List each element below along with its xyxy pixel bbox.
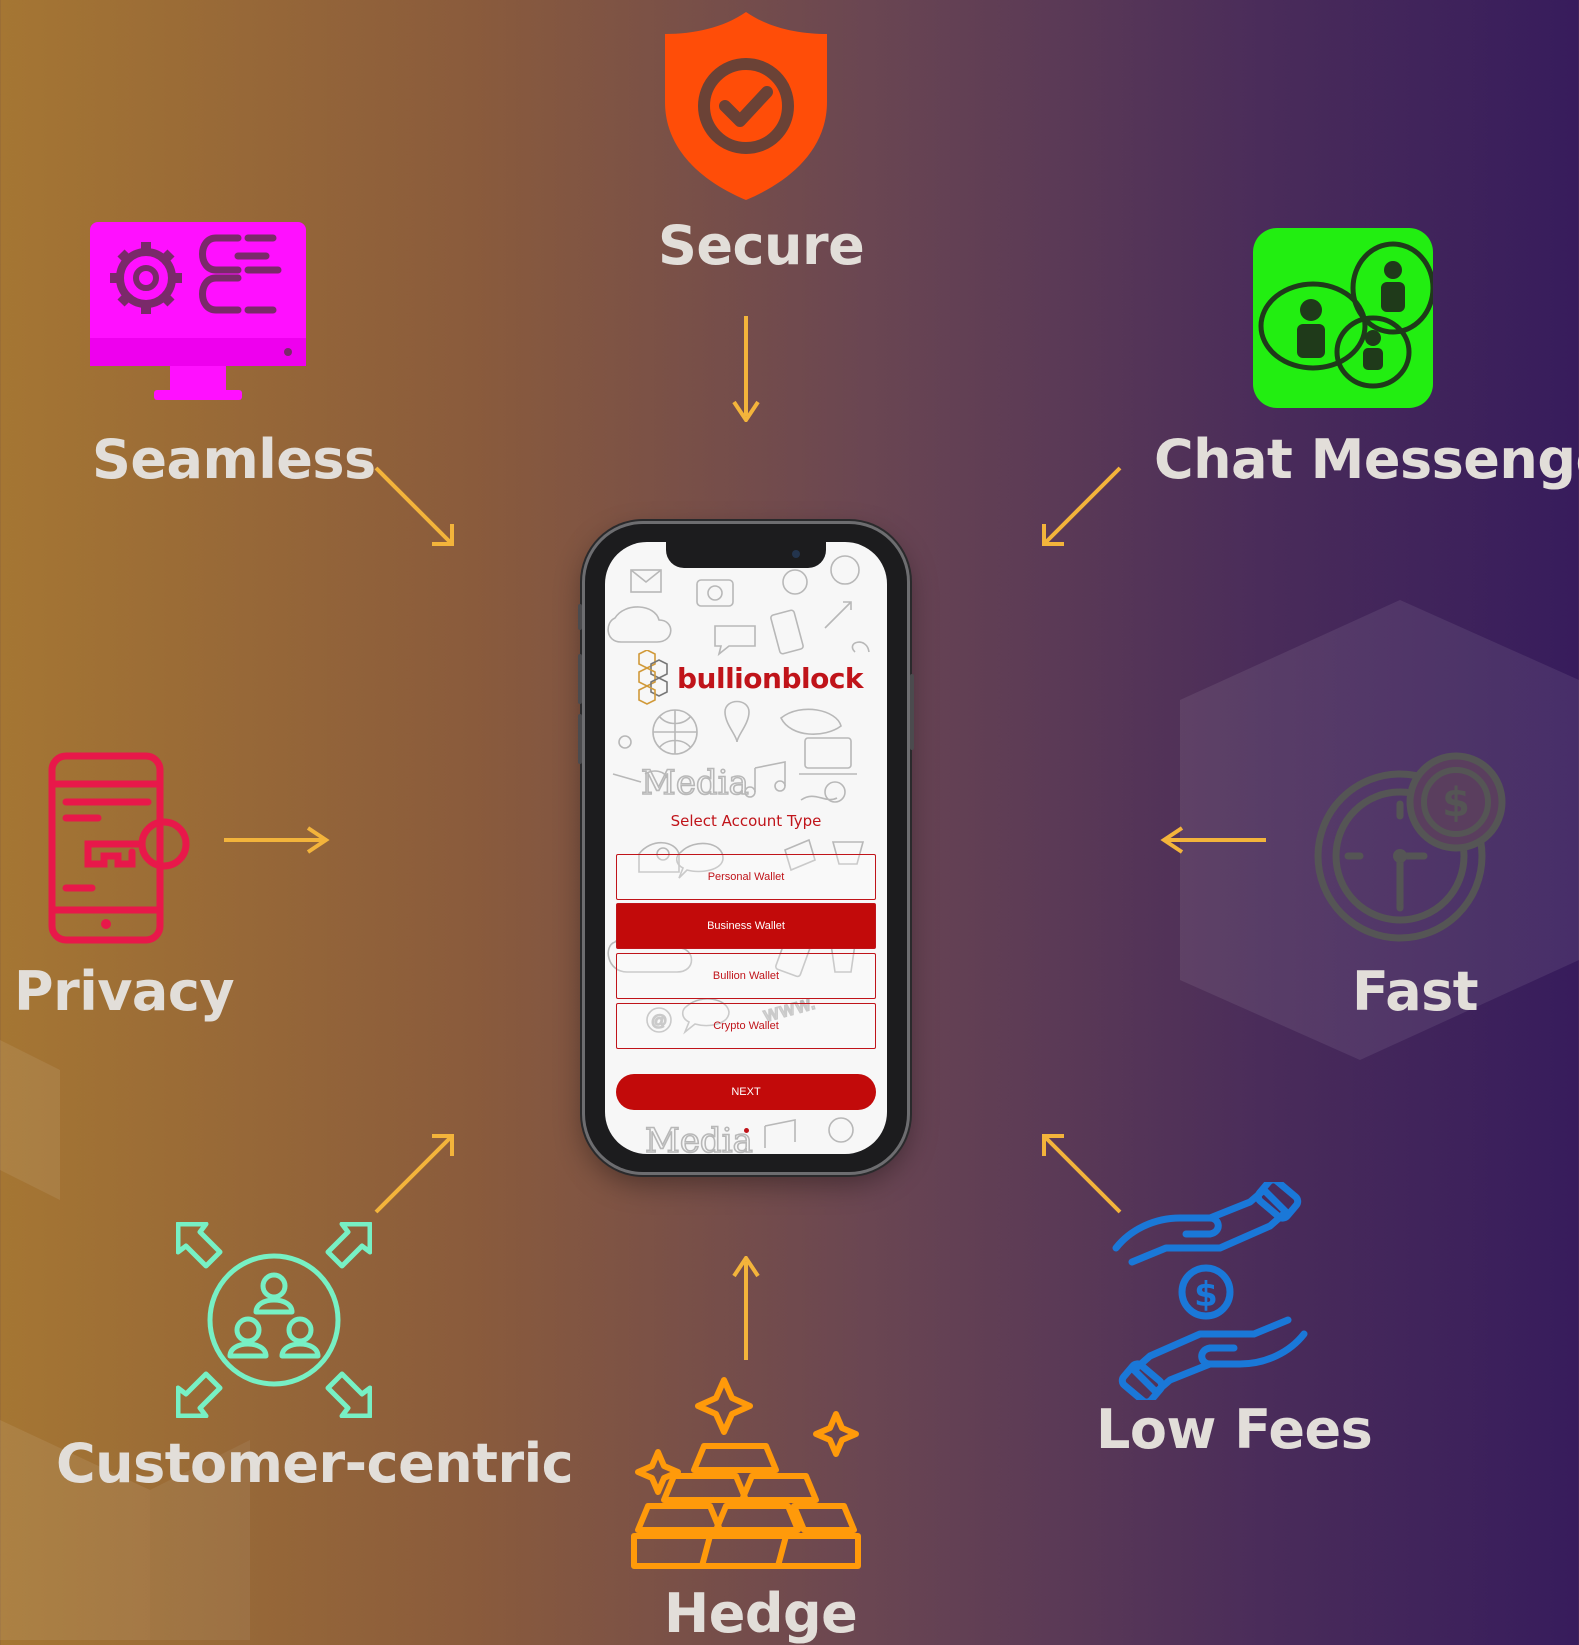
blockchain-cubes-icon — [638, 650, 668, 705]
svg-text:$: $ — [1442, 780, 1470, 826]
clock-dollar-icon: $ — [1314, 752, 1506, 942]
bullionblock-logo: bullionblock — [635, 650, 864, 706]
feature-label-chat-messenger: Chat Messenger — [1154, 428, 1579, 491]
phone-key-icon — [48, 752, 190, 944]
hands-dollar-icon: $ — [1112, 1182, 1308, 1400]
phone-screen: Media @ www. Media bullionblock Select A… — [605, 542, 887, 1154]
select-account-type-title: Select Account Type — [670, 812, 822, 830]
arrow-right — [224, 826, 330, 854]
feature-label-customer-centric: Customer-centric — [56, 1432, 574, 1495]
option-crypto-wallet[interactable]: Crypto Wallet — [616, 1003, 876, 1049]
option-personal-wallet[interactable]: Personal Wallet — [616, 854, 876, 900]
shield-check-icon — [665, 12, 827, 200]
gold-bars-icon — [631, 1377, 861, 1569]
feature-label-privacy: Privacy — [14, 960, 235, 1023]
arrow-up-right — [374, 1134, 454, 1214]
customer-focus-icon — [176, 1222, 372, 1418]
svg-text:Media: Media — [645, 1121, 753, 1154]
arrow-left — [1160, 826, 1266, 854]
phone-side-button — [578, 654, 582, 704]
feature-label-seamless: Seamless — [92, 428, 376, 491]
chat-people-icon — [1253, 228, 1433, 408]
phone-side-button — [578, 604, 582, 630]
camera-icon — [792, 550, 800, 558]
doodle-background-pattern: Media @ www. Media — [607, 555, 870, 1154]
svg-text:Media: Media — [641, 763, 749, 803]
phone-notch — [666, 542, 826, 568]
brand-name: bullionblock — [677, 661, 864, 695]
svg-text:$: $ — [1194, 1275, 1218, 1315]
arrow-down — [732, 316, 760, 422]
arrow-down-right — [374, 466, 454, 546]
phone-side-button — [910, 674, 914, 750]
feature-label-secure: Secure — [658, 214, 865, 277]
arrow-up — [732, 1256, 760, 1360]
arrow-down-left — [1042, 466, 1122, 546]
option-business-wallet[interactable]: Business Wallet — [616, 903, 876, 949]
phone-side-button — [578, 714, 582, 764]
feature-label-low-fees: Low Fees — [1096, 1398, 1373, 1461]
phone-mockup: Media @ www. Media bullionblock Select A… — [578, 524, 914, 1172]
option-bullion-wallet[interactable]: Bullion Wallet — [616, 953, 876, 999]
monitor-gear-icon — [90, 222, 306, 400]
next-button[interactable]: NEXT — [616, 1074, 876, 1110]
feature-label-fast: Fast — [1352, 960, 1479, 1023]
page-indicator-dot — [744, 1128, 749, 1133]
feature-label-hedge: Hedge — [664, 1582, 858, 1645]
